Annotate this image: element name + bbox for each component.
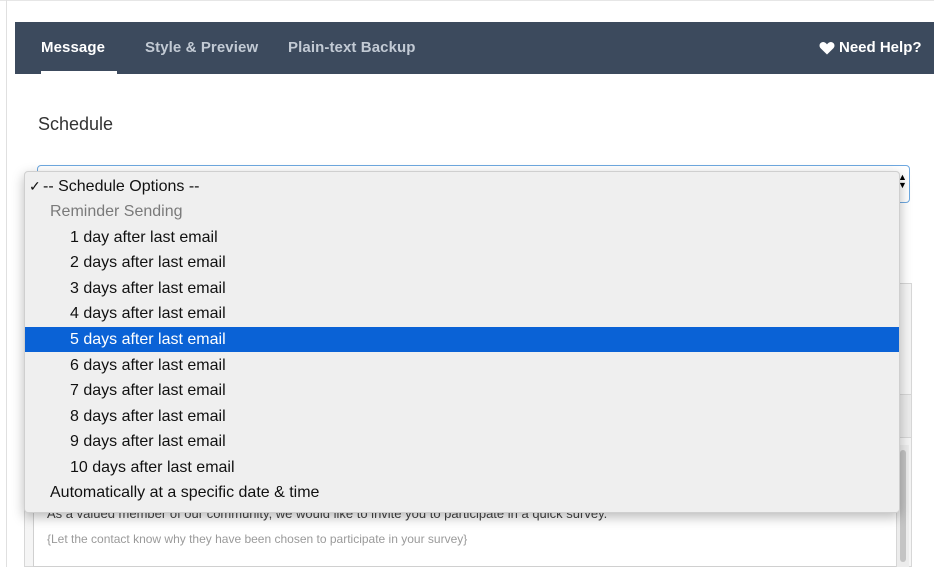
dropdown-option-specific-date-time[interactable]: Automatically at a specific date & time xyxy=(25,480,899,505)
message-nav-bar: Message Style & Preview Plain-text Backu… xyxy=(15,22,934,74)
option-label: 8 days after last email xyxy=(70,408,226,425)
option-label: 9 days after last email xyxy=(70,433,226,450)
tab-message[interactable]: Message xyxy=(41,39,105,56)
option-label: 2 days after last email xyxy=(70,254,226,271)
dropdown-option-5-days[interactable]: 5 days after last email xyxy=(25,327,899,352)
top-border xyxy=(0,0,934,1)
dropdown-option-8-days[interactable]: 8 days after last email xyxy=(25,404,899,429)
option-label: 10 days after last email xyxy=(70,459,235,476)
dropdown-option-1-day[interactable]: 1 day after last email xyxy=(25,225,899,250)
dropdown-option-2-days[interactable]: 2 days after last email xyxy=(25,250,899,275)
tab-plain-text-backup[interactable]: Plain-text Backup xyxy=(288,39,416,56)
active-tab-indicator xyxy=(41,71,117,74)
dropdown-option-9-days[interactable]: 9 days after last email xyxy=(25,429,899,454)
group-label: Reminder Sending xyxy=(50,203,183,220)
dropdown-option-10-days[interactable]: 10 days after last email xyxy=(25,455,899,480)
option-label: 5 days after last email xyxy=(70,331,226,348)
schedule-options-dropdown: ✓ -- Schedule Options -- Reminder Sendin… xyxy=(24,171,900,513)
dropdown-option-7-days[interactable]: 7 days after last email xyxy=(25,378,899,403)
editor-placeholder-hint: {Let the contact know why they have been… xyxy=(47,532,468,546)
left-border xyxy=(6,0,7,567)
option-label: 4 days after last email xyxy=(70,305,226,322)
dropdown-group-reminder-sending: Reminder Sending xyxy=(25,199,899,224)
heart-icon xyxy=(819,42,835,55)
need-help-label: Need Help? xyxy=(839,39,922,56)
option-label: 6 days after last email xyxy=(70,357,226,374)
schedule-heading: Schedule xyxy=(38,114,114,134)
option-label: -- Schedule Options -- xyxy=(43,178,200,195)
option-label: 3 days after last email xyxy=(70,280,226,297)
option-label: 7 days after last email xyxy=(70,382,226,399)
checkmark-icon: ✓ xyxy=(29,178,41,194)
dropdown-option-6-days[interactable]: 6 days after last email xyxy=(25,353,899,378)
option-label: Automatically at a specific date & time xyxy=(50,484,320,501)
option-label: 1 day after last email xyxy=(70,229,218,246)
dropdown-option-3-days[interactable]: 3 days after last email xyxy=(25,276,899,301)
tab-style-preview[interactable]: Style & Preview xyxy=(145,39,258,56)
dropdown-option-schedule-options[interactable]: ✓ -- Schedule Options -- xyxy=(25,174,899,199)
dropdown-option-4-days[interactable]: 4 days after last email xyxy=(25,301,899,326)
editor-scroll-thumb[interactable] xyxy=(900,450,906,562)
